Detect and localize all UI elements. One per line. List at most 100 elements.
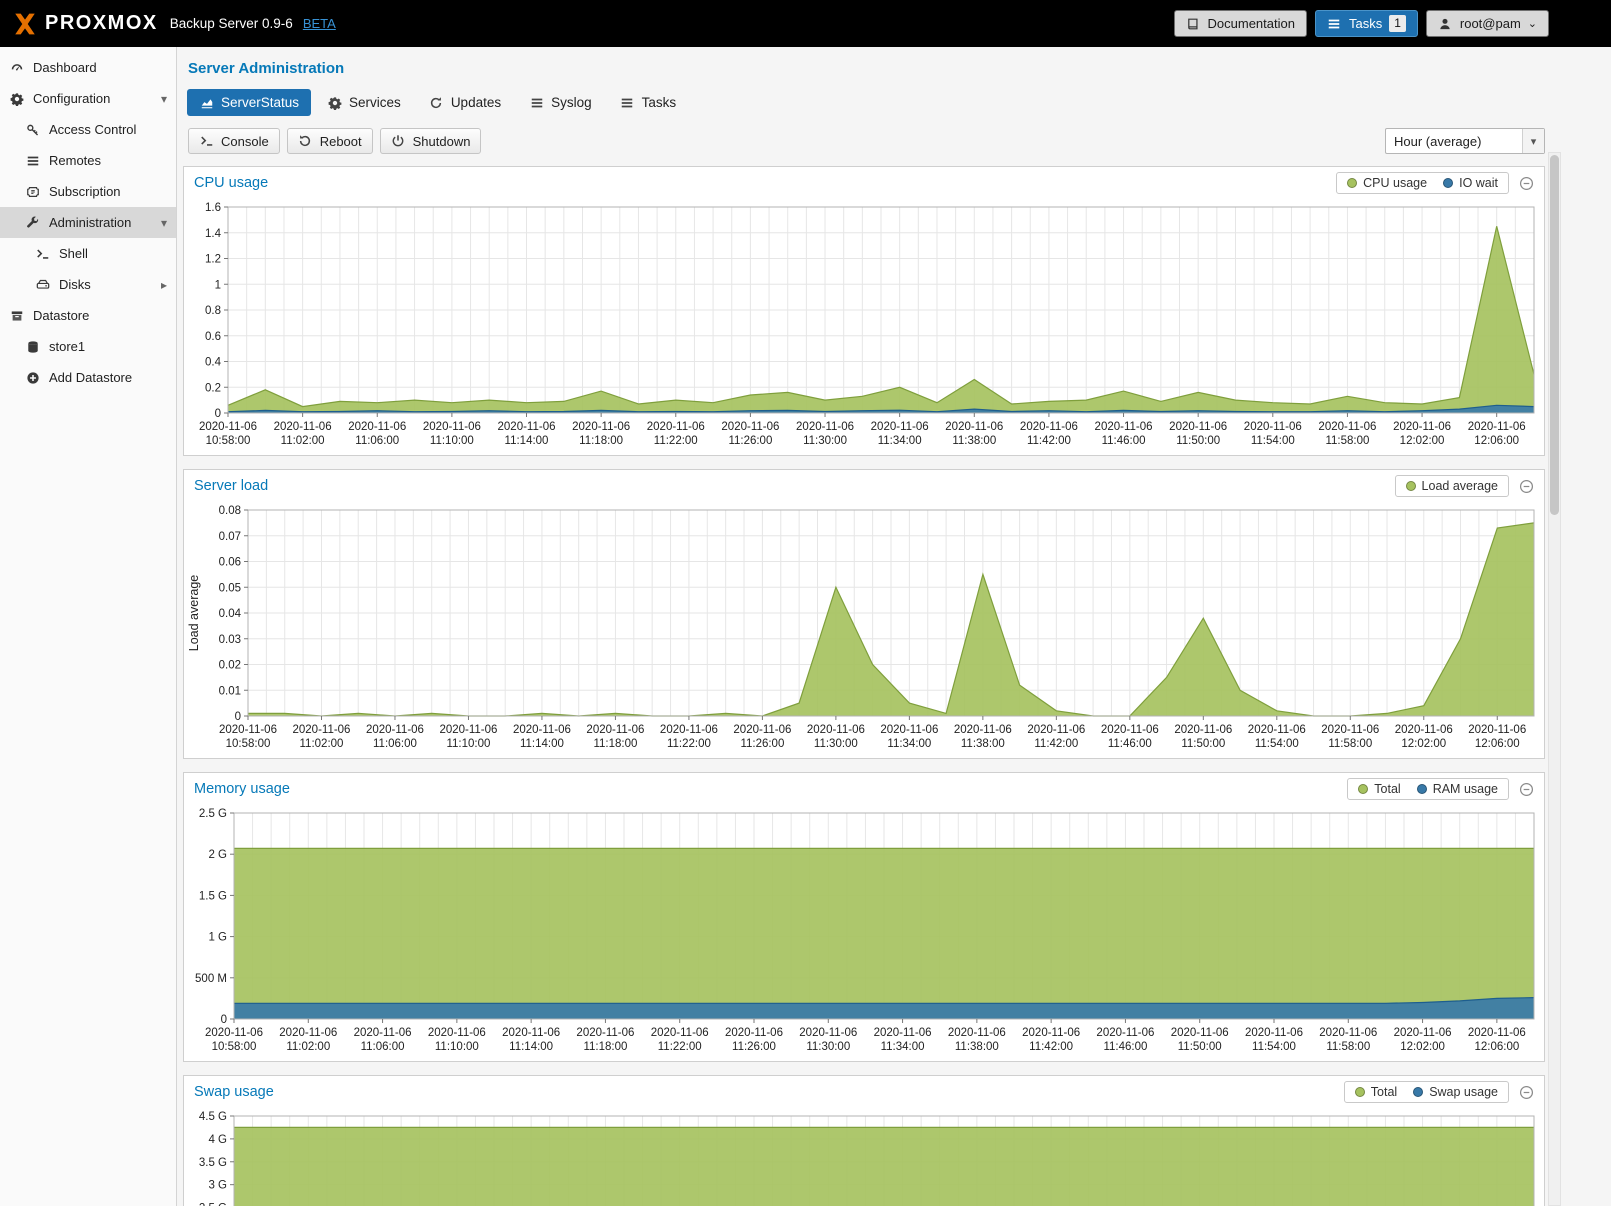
svg-text:0.07: 0.07	[219, 531, 241, 543]
svg-text:0.6: 0.6	[205, 331, 221, 343]
sidebar-item-dashboard[interactable]: Dashboard	[0, 52, 176, 83]
sidebar-item-remotes[interactable]: Remotes	[0, 145, 176, 176]
svg-text:11:30:00: 11:30:00	[814, 738, 858, 750]
svg-text:2020-11-06: 2020-11-06	[274, 421, 332, 433]
legend-item: Total	[1355, 1085, 1397, 1099]
hdd-icon	[35, 277, 50, 292]
legend-item: Load average	[1406, 479, 1498, 493]
sidebar-item-add-datastore[interactable]: Add Datastore	[0, 362, 176, 393]
svg-text:11:18:00: 11:18:00	[579, 435, 623, 447]
user-menu-button[interactable]: root@pam ⌄	[1426, 10, 1549, 37]
gear-icon	[9, 91, 24, 106]
svg-text:11:14:00: 11:14:00	[509, 1041, 553, 1053]
svg-text:11:06:00: 11:06:00	[355, 435, 399, 447]
svg-text:2020-11-06: 2020-11-06	[1393, 421, 1451, 433]
reboot-button[interactable]: Reboot	[287, 128, 373, 154]
svg-text:2020-11-06: 2020-11-06	[1318, 421, 1376, 433]
svg-text:11:06:00: 11:06:00	[361, 1041, 405, 1053]
panel-title: Server load	[194, 478, 268, 494]
sidebar-item-label: Remotes	[49, 153, 101, 168]
tasks-button[interactable]: Tasks 1	[1315, 10, 1418, 37]
gauge-icon	[9, 60, 24, 75]
documentation-button[interactable]: Documentation	[1174, 10, 1307, 37]
sidebar-item-disks[interactable]: Disks ▸	[0, 269, 176, 300]
tab-syslog[interactable]: Syslog	[517, 89, 604, 116]
svg-text:2020-11-06: 2020-11-06	[1022, 1027, 1080, 1039]
tab-tasks[interactable]: Tasks	[608, 89, 689, 116]
svg-text:11:58:00: 11:58:00	[1325, 435, 1369, 447]
tab-serverstatus[interactable]: ServerStatus	[187, 89, 311, 116]
svg-text:2020-11-06: 2020-11-06	[651, 1027, 709, 1039]
svg-text:11:30:00: 11:30:00	[806, 1041, 850, 1053]
beta-link[interactable]: BETA	[303, 16, 336, 31]
tab-updates[interactable]: Updates	[417, 89, 513, 116]
key-icon	[25, 122, 40, 137]
svg-text:11:10:00: 11:10:00	[446, 738, 490, 750]
server-load-chart: 00.010.020.030.040.050.060.070.082020-11…	[184, 502, 1544, 758]
svg-text:2020-11-06: 2020-11-06	[292, 724, 350, 736]
collapse-panel-icon[interactable]	[1519, 782, 1534, 797]
svg-text:2020-11-06: 2020-11-06	[1321, 724, 1379, 736]
caret-down-icon[interactable]: ▾	[161, 92, 167, 106]
sidebar-item-label: Configuration	[33, 91, 110, 106]
svg-text:2020-11-06: 2020-11-06	[721, 421, 779, 433]
svg-text:11:26:00: 11:26:00	[728, 435, 772, 447]
panel-title: CPU usage	[194, 175, 268, 191]
app-header: PROXMOX Backup Server 0.9-6 BETA Documen…	[0, 0, 1611, 47]
svg-text:2020-11-06: 2020-11-06	[1395, 724, 1453, 736]
sidebar-item-label: Shell	[59, 246, 88, 261]
svg-text:11:30:00: 11:30:00	[803, 435, 847, 447]
collapse-panel-icon[interactable]	[1519, 176, 1534, 191]
shutdown-label: Shutdown	[413, 134, 471, 149]
sidebar-item-subscription[interactable]: Subscription	[0, 176, 176, 207]
svg-text:12:02:00: 12:02:00	[1401, 738, 1446, 750]
legend-dot	[1355, 1087, 1365, 1097]
tab-services[interactable]: Services	[315, 89, 413, 116]
sidebar-item-shell[interactable]: Shell	[0, 238, 176, 269]
svg-text:2020-11-06: 2020-11-06	[1244, 421, 1302, 433]
svg-text:2020-11-06: 2020-11-06	[1319, 1027, 1377, 1039]
svg-text:0.05: 0.05	[219, 582, 241, 594]
time-range-selector[interactable]: Hour (average) ▾	[1385, 128, 1545, 154]
shutdown-button[interactable]: Shutdown	[380, 128, 482, 154]
svg-text:2020-11-06: 2020-11-06	[1468, 421, 1526, 433]
collapse-panel-icon[interactable]	[1519, 479, 1534, 494]
book-icon	[1186, 16, 1201, 31]
sidebar-item-access-control[interactable]: Access Control	[0, 114, 176, 145]
sidebar-item-store1[interactable]: store1	[0, 331, 176, 362]
svg-text:4.5 G: 4.5 G	[199, 1111, 227, 1123]
svg-text:11:54:00: 11:54:00	[1251, 435, 1295, 447]
svg-text:11:46:00: 11:46:00	[1108, 738, 1152, 750]
collapse-panel-icon[interactable]	[1519, 1085, 1534, 1100]
legend-label: Load average	[1422, 479, 1498, 493]
svg-text:2.5 G: 2.5 G	[199, 1203, 227, 1206]
vertical-scrollbar[interactable]	[1548, 152, 1561, 1206]
console-button[interactable]: Console	[188, 128, 280, 154]
sidebar-nav: Dashboard Configuration ▾ Access Control…	[0, 47, 177, 1206]
svg-text:11:34:00: 11:34:00	[878, 435, 922, 447]
sidebar-item-label: Administration	[49, 215, 131, 230]
terminal-icon	[199, 134, 214, 149]
power-icon	[391, 134, 406, 149]
svg-text:11:02:00: 11:02:00	[286, 1041, 330, 1053]
svg-text:2020-11-06: 2020-11-06	[1248, 724, 1306, 736]
svg-text:3.5 G: 3.5 G	[199, 1157, 227, 1169]
svg-text:10:58:00: 10:58:00	[206, 435, 251, 447]
panel-title: Memory usage	[194, 781, 290, 797]
sidebar-item-datastore[interactable]: Datastore	[0, 300, 176, 331]
svg-text:11:50:00: 11:50:00	[1181, 738, 1225, 750]
svg-text:11:42:00: 11:42:00	[1034, 738, 1078, 750]
sidebar-item-configuration[interactable]: Configuration ▾	[0, 83, 176, 114]
caret-down-icon[interactable]: ▾	[1522, 129, 1544, 153]
caret-down-icon[interactable]: ▾	[161, 216, 167, 230]
reboot-icon	[298, 134, 313, 149]
svg-text:2020-11-06: 2020-11-06	[874, 1027, 932, 1039]
user-label: root@pam	[1460, 16, 1521, 31]
svg-text:0.04: 0.04	[219, 608, 242, 620]
svg-text:Load average: Load average	[187, 575, 201, 652]
scrollbar-thumb[interactable]	[1550, 155, 1559, 515]
sidebar-item-administration[interactable]: Administration ▾	[0, 207, 176, 238]
svg-text:2020-11-06: 2020-11-06	[954, 724, 1012, 736]
caret-right-icon[interactable]: ▸	[161, 278, 167, 292]
svg-text:2020-11-06: 2020-11-06	[871, 421, 929, 433]
